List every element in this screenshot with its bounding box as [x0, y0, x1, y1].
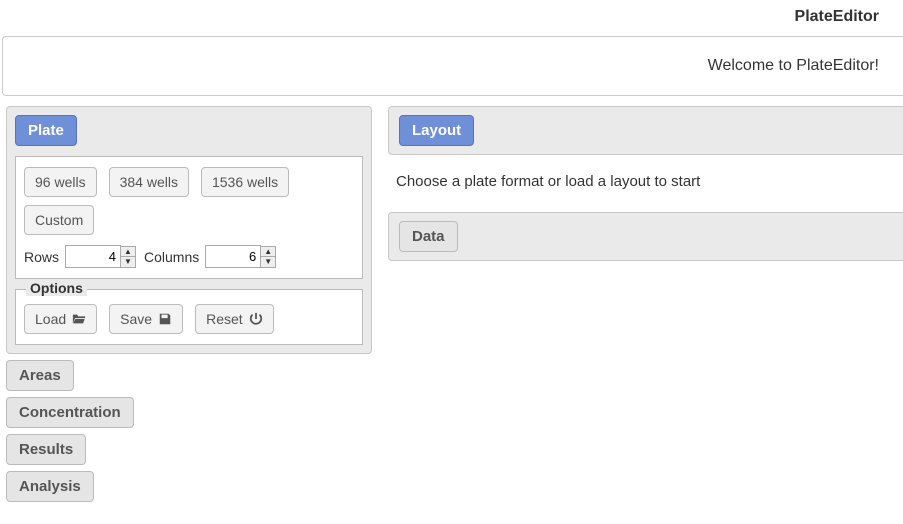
- reset-label: Reset: [206, 311, 243, 327]
- cols-input[interactable]: [205, 245, 261, 268]
- load-label: Load: [35, 311, 66, 327]
- save-button[interactable]: Save: [109, 304, 183, 334]
- wells-1536-button[interactable]: 1536 wells: [201, 167, 289, 197]
- tab-layout[interactable]: Layout: [399, 115, 474, 146]
- right-column: Layout Choose a plate format or load a l…: [388, 106, 903, 502]
- rows-group: Rows ▲ ▼: [24, 245, 136, 268]
- options-group: Options Load Save Reset: [15, 289, 363, 345]
- left-column: Plate 96 wells 384 wells 1536 wells Cust…: [6, 106, 372, 502]
- rows-input[interactable]: [65, 245, 121, 268]
- cols-up-icon[interactable]: ▲: [261, 247, 275, 257]
- load-button[interactable]: Load: [24, 304, 97, 334]
- plate-panel: Plate 96 wells 384 wells 1536 wells Cust…: [6, 106, 372, 354]
- welcome-text: Welcome to PlateEditor!: [708, 57, 879, 74]
- cols-group: Columns ▲ ▼: [144, 245, 276, 268]
- layout-message: Choose a plate format or load a layout t…: [396, 173, 700, 190]
- save-icon: [158, 312, 172, 326]
- dimensions-row: Rows ▲ ▼ Columns ▲ ▼: [24, 245, 354, 268]
- cols-down-icon[interactable]: ▼: [261, 257, 275, 267]
- main-layout: Plate 96 wells 384 wells 1536 wells Cust…: [0, 106, 903, 502]
- rows-label: Rows: [24, 249, 59, 265]
- folder-open-icon: [72, 312, 86, 326]
- save-label: Save: [120, 311, 152, 327]
- cols-label: Columns: [144, 249, 199, 265]
- layout-header-panel: Layout: [388, 106, 903, 155]
- tab-plate[interactable]: Plate: [15, 115, 77, 146]
- well-format-row: 96 wells 384 wells 1536 wells Custom: [24, 167, 354, 235]
- rows-up-icon[interactable]: ▲: [121, 247, 135, 257]
- tab-data[interactable]: Data: [399, 221, 458, 252]
- options-legend: Options: [26, 280, 87, 296]
- tab-concentration[interactable]: Concentration: [6, 397, 134, 428]
- data-header-panel: Data: [388, 212, 903, 261]
- app-header: PlateEditor: [0, 0, 903, 32]
- rows-spinner: ▲ ▼: [121, 246, 136, 268]
- wells-96-button[interactable]: 96 wells: [24, 167, 97, 197]
- tab-results[interactable]: Results: [6, 434, 86, 465]
- plate-format-group: 96 wells 384 wells 1536 wells Custom Row…: [15, 156, 363, 279]
- rows-down-icon[interactable]: ▼: [121, 257, 135, 267]
- wells-384-button[interactable]: 384 wells: [109, 167, 189, 197]
- tab-areas[interactable]: Areas: [6, 360, 74, 391]
- options-row: Load Save Reset: [24, 304, 354, 334]
- power-icon: [249, 312, 263, 326]
- tab-analysis[interactable]: Analysis: [6, 471, 94, 502]
- reset-button[interactable]: Reset: [195, 304, 274, 334]
- welcome-bar: Welcome to PlateEditor!: [2, 36, 903, 96]
- cols-spinner: ▲ ▼: [261, 246, 276, 268]
- layout-body: Choose a plate format or load a layout t…: [388, 155, 903, 212]
- wells-custom-button[interactable]: Custom: [24, 205, 94, 235]
- app-title: PlateEditor: [795, 8, 879, 25]
